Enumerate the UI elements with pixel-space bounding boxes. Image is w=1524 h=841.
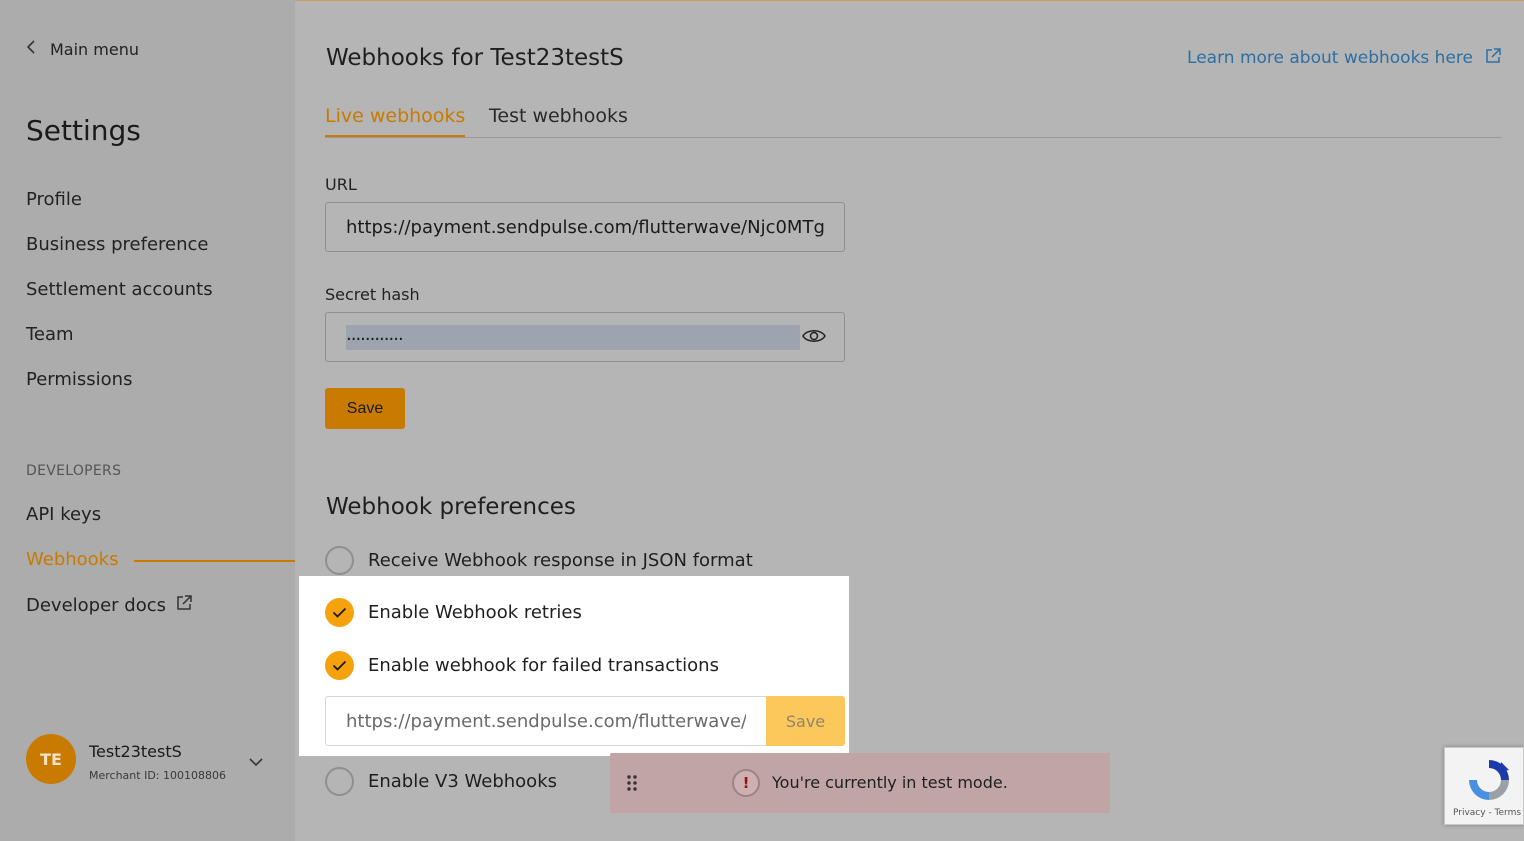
pref-webhook-retries[interactable]: Enable Webhook retries	[325, 598, 582, 627]
page-title: Webhooks for Test23testS	[326, 45, 624, 71]
checkmark-icon[interactable]	[325, 598, 354, 627]
sidebar-item-developer-docs[interactable]: Developer docs	[26, 594, 193, 616]
user-name: Test23testS	[89, 742, 182, 761]
merchant-id: Merchant ID: 100108806	[89, 769, 226, 782]
avatar: TE	[26, 734, 76, 784]
developers-section-label: DEVELOPERS	[26, 463, 122, 479]
secret-hash-value: ............	[346, 324, 404, 345]
url-input[interactable]: https://payment.sendpulse.com/flutterwav…	[325, 202, 845, 252]
active-indicator	[134, 560, 295, 562]
sidebar-item-team[interactable]: Team	[26, 324, 74, 345]
pref-webhook-retries-label: Enable Webhook retries	[368, 602, 582, 623]
webhook-tabs: Live webhooks Test webhooks	[325, 105, 1502, 138]
chevron-down-icon[interactable]	[248, 752, 264, 771]
secret-hash-label: Secret hash	[325, 285, 420, 304]
sidebar-item-settlement-accounts[interactable]: Settlement accounts	[26, 279, 213, 300]
sidebar-item-api-keys[interactable]: API keys	[26, 504, 101, 525]
external-link-icon	[176, 594, 193, 616]
toast-message: You're currently in test mode.	[772, 773, 1008, 792]
main-menu-label: Main menu	[50, 39, 139, 59]
url-label: URL	[325, 175, 357, 194]
webhook-preferences-title: Webhook preferences	[326, 494, 576, 520]
url-value: https://payment.sendpulse.com/flutterwav…	[346, 217, 825, 238]
failed-url-value: https://payment.sendpulse.com/flutterwav…	[346, 711, 746, 732]
sidebar-item-business-preference[interactable]: Business preference	[26, 234, 208, 255]
highlighted-preferences: Enable Webhook retries Enable webhook fo…	[299, 576, 849, 756]
text-selection-highlight	[346, 325, 800, 350]
unchecked-radio-icon[interactable]	[325, 546, 354, 575]
recaptcha-badge[interactable]: Privacy - Terms	[1444, 747, 1524, 825]
tab-live-webhooks[interactable]: Live webhooks	[325, 105, 466, 137]
warning-icon: !	[732, 769, 760, 797]
test-mode-toast: ! You're currently in test mode.	[610, 753, 1110, 813]
drag-handle-icon[interactable]	[626, 774, 638, 796]
sidebar-item-webhooks[interactable]: Webhooks	[26, 549, 118, 570]
pref-json-format[interactable]: Receive Webhook response in JSON format	[325, 546, 753, 575]
pref-v3-webhooks[interactable]: Enable V3 Webhooks	[325, 767, 557, 796]
sidebar: Main menu Settings Profile Business pref…	[0, 0, 295, 841]
main-menu-link[interactable]: Main menu	[26, 39, 139, 59]
secret-hash-input[interactable]: ............	[325, 312, 845, 362]
recaptcha-links[interactable]: Privacy - Terms	[1453, 808, 1521, 818]
tab-test-webhooks[interactable]: Test webhooks	[489, 105, 628, 135]
developer-docs-label: Developer docs	[26, 594, 167, 616]
learn-more-link[interactable]: Learn more about webhooks here	[1187, 47, 1502, 69]
settings-title: Settings	[26, 114, 141, 147]
pref-json-format-label: Receive Webhook response in JSON format	[368, 550, 753, 571]
pref-v3-webhooks-label: Enable V3 Webhooks	[368, 771, 557, 792]
failed-transactions-url-input[interactable]: https://payment.sendpulse.com/flutterwav…	[325, 696, 767, 746]
chevron-left-icon	[26, 39, 36, 59]
sidebar-item-permissions[interactable]: Permissions	[26, 369, 132, 390]
user-menu[interactable]: TE Test23testS Merchant ID: 100108806	[26, 734, 276, 786]
eye-icon[interactable]	[802, 327, 826, 349]
sidebar-item-profile[interactable]: Profile	[26, 189, 82, 210]
checkmark-icon[interactable]	[325, 651, 354, 680]
recaptcha-icon	[1465, 756, 1513, 808]
pref-failed-transactions-label: Enable webhook for failed transactions	[368, 655, 719, 676]
learn-more-label: Learn more about webhooks here	[1187, 48, 1473, 68]
failed-save-button[interactable]: Save	[766, 696, 845, 746]
pref-failed-transactions[interactable]: Enable webhook for failed transactions	[325, 651, 719, 680]
save-button[interactable]: Save	[325, 388, 405, 429]
external-link-icon	[1485, 47, 1502, 69]
unchecked-radio-icon[interactable]	[325, 767, 354, 796]
